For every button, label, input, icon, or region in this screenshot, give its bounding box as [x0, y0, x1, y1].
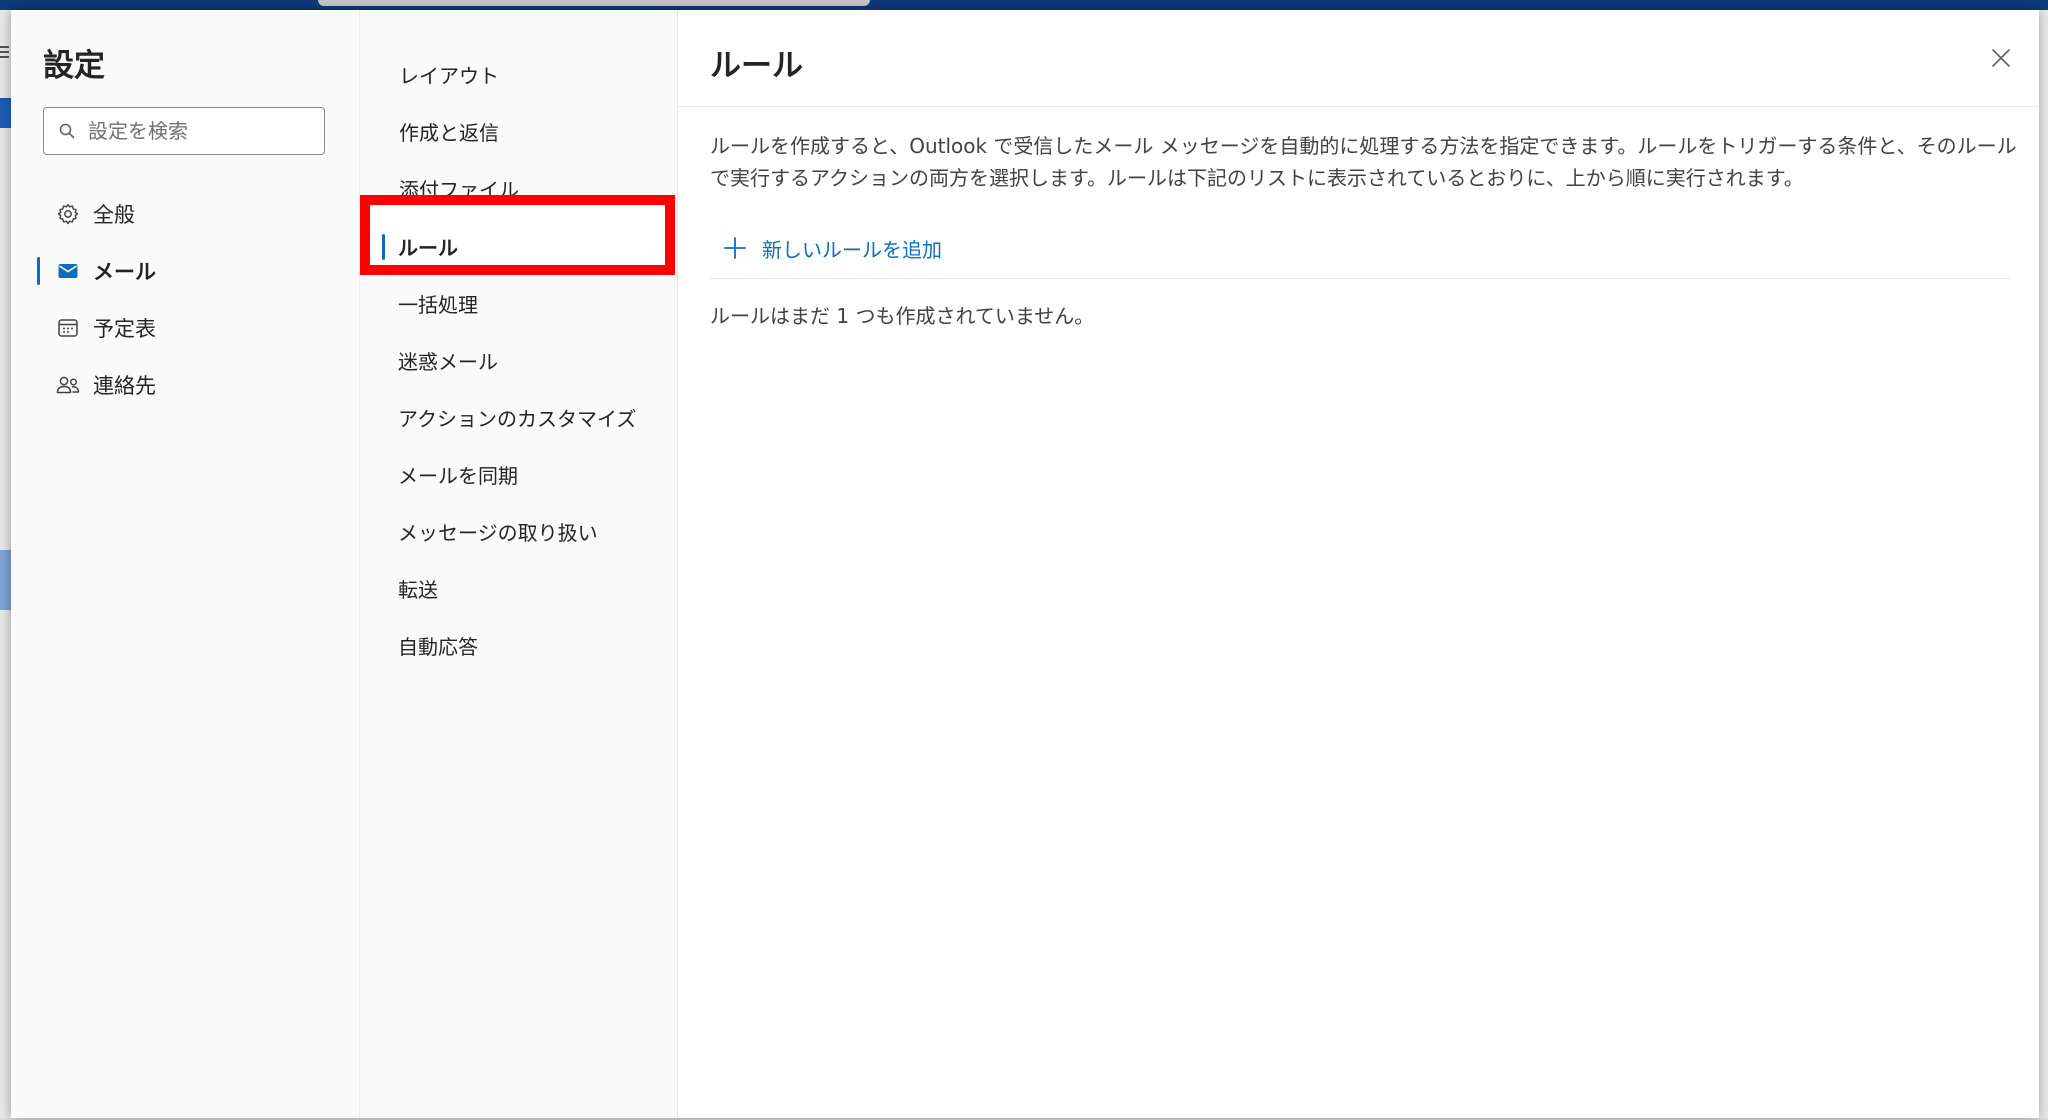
selection-indicator [37, 314, 40, 342]
close-icon [1990, 47, 2012, 73]
selection-indicator [37, 200, 40, 228]
selection-indicator [382, 405, 385, 431]
mail-nav-customize-actions[interactable]: アクションのカスタマイズ [377, 392, 667, 442]
category-general-label: 全般 [93, 203, 135, 227]
background-tab [318, 0, 870, 6]
settings-search-input[interactable] [86, 118, 310, 144]
mail-nav-compose-reply[interactable]: 作成と返信 [378, 106, 668, 156]
search-icon [58, 122, 76, 140]
title-divider [678, 106, 2039, 107]
selection-indicator [382, 234, 385, 260]
mail-nav-message-handling[interactable]: メッセージの取り扱い [377, 506, 667, 556]
mail-nav-customize-actions-label: アクションのカスタマイズ [398, 406, 637, 431]
background-blue-marker [0, 98, 11, 128]
mail-nav-sweep-label: 一括処理 [398, 292, 478, 317]
selection-indicator [382, 519, 385, 545]
selection-indicator [382, 348, 385, 374]
settings-search-box[interactable] [43, 107, 325, 155]
rules-list-divider [710, 278, 2010, 279]
category-contacts[interactable]: 連絡先 [31, 363, 341, 407]
selection-indicator [382, 462, 385, 488]
selection-indicator [383, 62, 386, 88]
selection-indicator [382, 576, 385, 602]
mail-nav-compose-reply-label: 作成と返信 [399, 120, 499, 145]
mail-nav-junk-email[interactable]: 迷惑メール [377, 335, 667, 385]
mail-nav-rules-label: ルール [398, 235, 458, 260]
mail-nav-layout[interactable]: レイアウト [378, 49, 668, 99]
selection-indicator [37, 257, 40, 285]
hamburger-icon [0, 46, 9, 48]
mail-nav-layout-label: レイアウト [399, 63, 499, 88]
category-contacts-label: 連絡先 [93, 374, 156, 398]
mail-nav-automatic-replies-label: 自動応答 [398, 634, 478, 659]
mail-nav-sweep[interactable]: 一括処理 [377, 278, 667, 328]
settings-title: 設定 [43, 48, 105, 84]
rules-description: ルールを作成すると、Outlook で受信したメール メッセージを自動的に処理す… [710, 134, 2017, 190]
close-button[interactable] [1983, 42, 2019, 78]
category-mail-label: メール [93, 260, 156, 284]
category-calendar-label: 予定表 [93, 317, 156, 341]
mail-nav-sync-email[interactable]: メールを同期 [377, 449, 667, 499]
people-icon [55, 372, 81, 398]
mail-icon [55, 258, 81, 284]
mail-nav-junk-email-label: 迷惑メール [398, 349, 498, 374]
plus-icon [722, 235, 748, 261]
mail-nav-forwarding[interactable]: 転送 [377, 563, 667, 613]
mail-nav-message-handling-label: メッセージの取り扱い [398, 520, 598, 545]
category-general[interactable]: 全般 [31, 192, 341, 236]
selection-indicator [37, 371, 40, 399]
mail-nav-attachments-label: 添付ファイル [399, 177, 519, 202]
selection-indicator [383, 176, 386, 202]
mail-nav-attachments[interactable]: 添付ファイル [378, 163, 668, 213]
gear-icon [55, 201, 81, 227]
mail-nav-forwarding-label: 転送 [398, 577, 438, 602]
page-title: ルール [710, 48, 803, 84]
mail-nav-automatic-replies[interactable]: 自動応答 [377, 620, 667, 670]
rules-empty-message: ルールはまだ 1 つも作成されていません。 [710, 304, 1095, 328]
selection-indicator [383, 119, 386, 145]
add-new-rule-label: 新しいルールを追加 [762, 237, 942, 262]
rules-content-pane: ルール ルールを作成すると、Outlook で受信したメール メッセージを自動的… [677, 10, 2039, 1118]
mail-nav-rules[interactable]: ルール [377, 221, 667, 271]
background-app-header [0, 0, 2048, 10]
background-right-strip [2038, 10, 2048, 1120]
add-new-rule-button[interactable]: 新しいルールを追加 [710, 228, 942, 268]
settings-dialog: 設定 全般 メール 予定表 [11, 10, 2039, 1118]
category-calendar[interactable]: 予定表 [31, 306, 341, 350]
calendar-icon [55, 315, 81, 341]
selection-indicator [382, 291, 385, 317]
mail-nav-sync-email-label: メールを同期 [398, 463, 518, 488]
selection-indicator [382, 633, 385, 659]
category-mail[interactable]: メール [31, 249, 341, 293]
settings-category-nav: 設定 全般 メール 予定表 [11, 10, 359, 1118]
background-blue-marker [0, 550, 11, 610]
background-left-strip [0, 10, 11, 1120]
